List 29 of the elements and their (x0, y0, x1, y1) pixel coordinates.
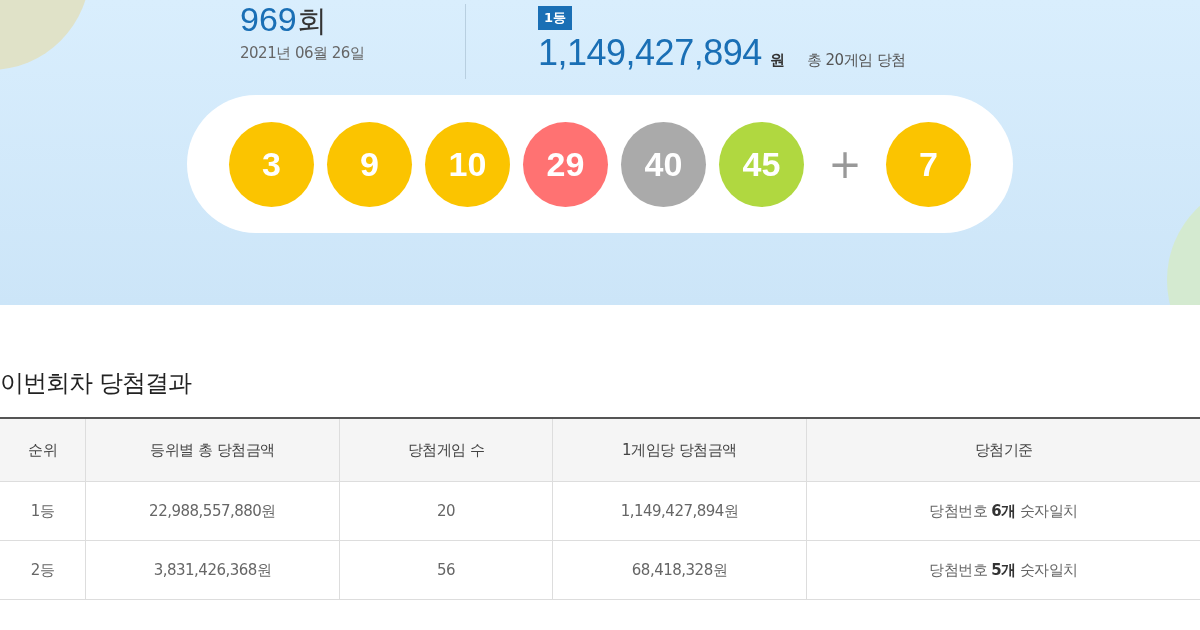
rank-badge: 1등 (538, 6, 573, 30)
prize-unit: 원 (769, 51, 785, 70)
table-cell: 1등 (0, 481, 86, 541)
column-header: 순위 (0, 418, 86, 482)
column-header: 등위별 총 당첨금액 (85, 418, 340, 482)
table-cell: 2등 (0, 540, 86, 600)
lotto-ball: 9 (327, 121, 412, 207)
section-title: 이번회차 당첨결과 (0, 368, 193, 399)
bonus-ball: 7 (886, 121, 971, 207)
column-header: 당첨게임 수 (339, 418, 553, 482)
lotto-ball: 3 (229, 121, 314, 207)
table-cell: 3,831,426,368원 (85, 540, 340, 600)
prize-amount: 1,149,427,894 (538, 32, 762, 74)
table-cell: 56 (339, 540, 553, 600)
winners-summary: 총 20게임 당첨 (806, 51, 906, 70)
lotto-ball: 10 (425, 121, 510, 207)
column-header: 당첨기준 (806, 418, 1200, 482)
lotto-ball: 40 (621, 121, 706, 207)
table-cell: 68,418,328원 (552, 540, 807, 600)
table-cell: 20 (339, 481, 553, 541)
table-cell: 1,149,427,894원 (552, 481, 807, 541)
table-cell: 22,988,557,880원 (85, 481, 340, 541)
round-number: 969 (240, 0, 297, 38)
lotto-ball: 29 (523, 121, 608, 207)
draw-date: 2021년 06월 26일 (240, 44, 366, 63)
column-header: 1게임당 당첨금액 (552, 418, 807, 482)
lotto-ball: 45 (719, 121, 804, 207)
plus-sign: + (827, 141, 863, 187)
round-suffix: 회 (296, 3, 327, 38)
